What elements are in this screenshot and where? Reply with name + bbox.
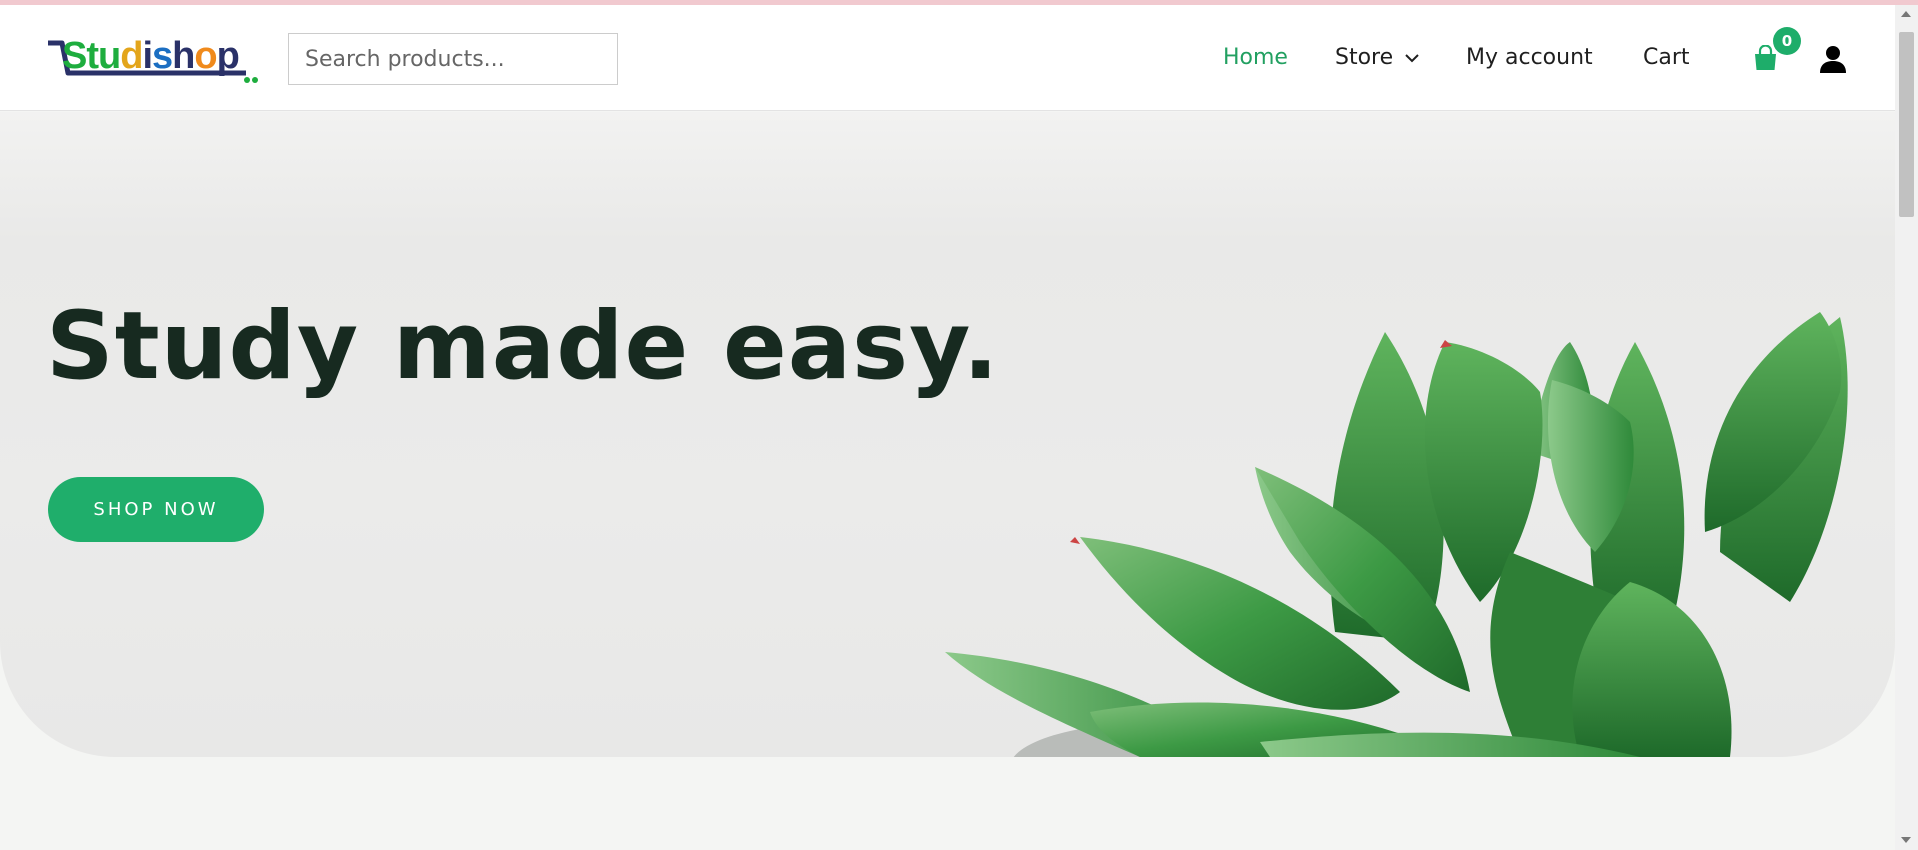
page-scrollbar[interactable]	[1895, 5, 1918, 850]
shop-now-button[interactable]: SHOP NOW	[48, 477, 264, 542]
succulent-plant-image	[945, 312, 1848, 757]
nav-store-label: Store	[1335, 45, 1394, 70]
cart-bag-icon[interactable]	[1753, 44, 1778, 75]
site-header: Studishop Home Store My account Cart 0	[0, 5, 1895, 111]
nav-store-menu[interactable]: Store	[1335, 45, 1419, 70]
svg-text:Studishop: Studishop	[62, 35, 239, 77]
chevron-down-icon	[1405, 53, 1419, 62]
user-icon[interactable]	[1820, 45, 1846, 77]
scroll-up-arrow-icon[interactable]	[1901, 11, 1911, 17]
nav-cart-link[interactable]: Cart	[1643, 45, 1690, 70]
site-logo[interactable]: Studishop	[46, 35, 261, 87]
scroll-down-arrow-icon[interactable]	[1901, 837, 1911, 843]
logo-cart-icon: Studishop	[48, 35, 258, 83]
cart-count-badge: 0	[1773, 27, 1801, 55]
nav-my-account-link[interactable]: My account	[1466, 45, 1593, 70]
scroll-thumb[interactable]	[1899, 32, 1914, 217]
hero-title: Study made easy.	[46, 292, 1000, 401]
nav-home-link[interactable]: Home	[1223, 45, 1288, 70]
search-input[interactable]	[288, 33, 618, 85]
hero-banner: Study made easy. SHOP NOW	[0, 112, 1895, 757]
